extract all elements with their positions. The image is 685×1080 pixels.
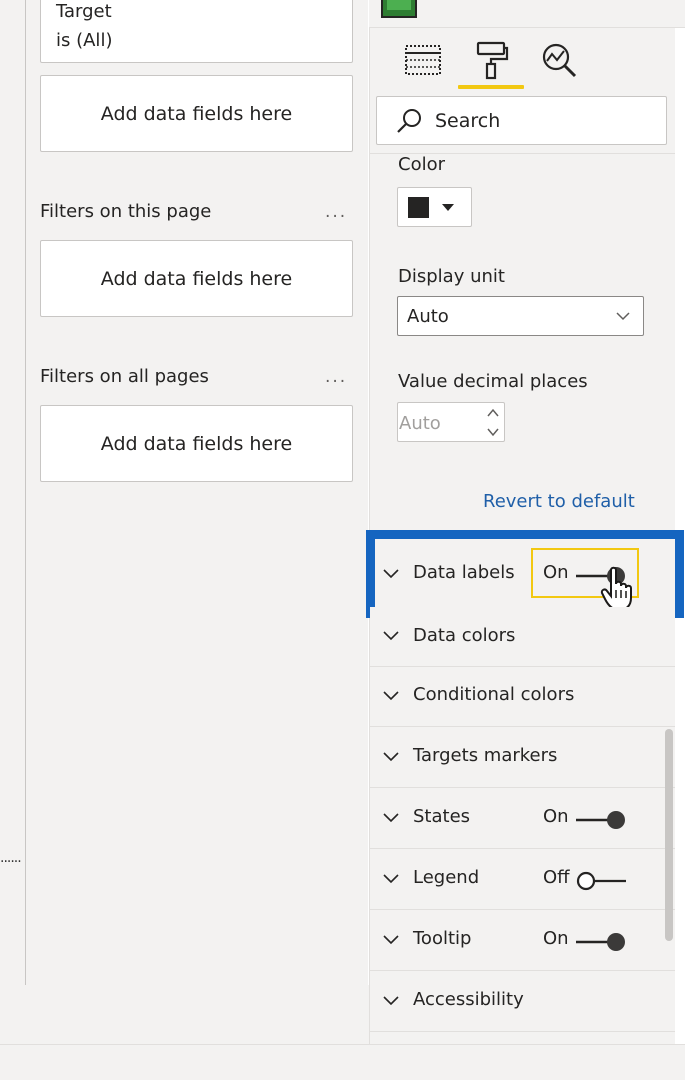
- visual-type-icon[interactable]: [381, 0, 417, 18]
- all-pages-filters-drop-zone[interactable]: Add data fields here: [40, 405, 353, 482]
- toggle-off-switch[interactable]: [576, 871, 628, 891]
- display-unit-select[interactable]: Auto: [397, 296, 644, 336]
- all-pages-filters-more-icon[interactable]: ...: [325, 367, 347, 387]
- status-bar-right: [370, 1044, 685, 1080]
- card-conditional-colors[interactable]: Conditional colors: [370, 667, 675, 727]
- display-unit-value: Auto: [407, 306, 449, 327]
- chevron-down-icon: [383, 874, 399, 884]
- card-targets-markers[interactable]: Targets markers: [370, 728, 675, 788]
- toggle-on-switch[interactable]: [576, 932, 628, 952]
- decimal-places-value: Auto: [399, 413, 441, 434]
- chevron-down-icon: [383, 935, 399, 945]
- tab-format[interactable]: [470, 38, 514, 82]
- active-tab-indicator: [458, 85, 524, 89]
- display-unit-label: Display unit: [398, 266, 505, 287]
- card-label: Targets markers: [413, 745, 558, 766]
- search-icon: [397, 109, 421, 133]
- paint-roller-icon: [476, 41, 509, 80]
- chevron-up-icon[interactable]: [486, 406, 500, 420]
- visual-filters-drop-zone[interactable]: Add data fields here: [40, 75, 353, 152]
- chevron-down-icon[interactable]: [486, 425, 500, 439]
- chevron-down-icon: [383, 996, 399, 1006]
- chevron-down-icon: [383, 691, 399, 701]
- drop-zone-text: Add data fields here: [100, 102, 293, 125]
- status-bar: [0, 985, 370, 1080]
- chevron-down-icon: [616, 312, 630, 321]
- toggle-state-text: On: [543, 806, 569, 827]
- filters-divider: [25, 0, 26, 985]
- tab-fields[interactable]: [401, 38, 445, 82]
- analytics-magnifier-icon: [542, 43, 577, 78]
- filter-card-title: Target: [56, 1, 112, 22]
- search-input[interactable]: [435, 105, 655, 137]
- card-label: Legend: [413, 867, 480, 888]
- color-picker[interactable]: [397, 187, 472, 227]
- filter-card-target[interactable]: Target is (All): [40, 0, 353, 63]
- card-label: Accessibility: [413, 989, 524, 1010]
- drop-zone-text: Add data fields here: [100, 267, 293, 290]
- hand-cursor-icon: [600, 566, 632, 612]
- caret-down-icon: [442, 204, 454, 211]
- toggle-on-switch[interactable]: [576, 810, 628, 830]
- status-bar-divider: [0, 1044, 370, 1045]
- format-pane-scrollbar[interactable]: [665, 729, 673, 941]
- card-legend[interactable]: Legend Off: [370, 850, 675, 910]
- card-states[interactable]: States On: [370, 789, 675, 849]
- card-label: Data colors: [413, 625, 516, 646]
- page-filters-drop-zone[interactable]: Add data fields here: [40, 240, 353, 317]
- page-filters-more-icon[interactable]: ...: [325, 202, 347, 222]
- chevron-down-icon: [383, 752, 399, 762]
- drop-zone-text: Add data fields here: [100, 432, 293, 455]
- color-label: Color: [398, 154, 445, 175]
- chevron-down-icon: [383, 813, 399, 823]
- value-decimal-places-label: Value decimal places: [398, 371, 588, 392]
- tab-analytics[interactable]: [537, 38, 581, 82]
- card-label: States: [413, 806, 471, 827]
- format-search-box[interactable]: [376, 96, 667, 145]
- table-fields-icon: [405, 45, 441, 75]
- toggle-state-text: On: [543, 928, 569, 949]
- filters-on-all-pages-label: Filters on all pages: [40, 366, 209, 387]
- card-accessibility[interactable]: Accessibility: [370, 972, 675, 1032]
- decimal-places-stepper[interactable]: Auto: [397, 402, 505, 442]
- card-label: Tooltip: [413, 928, 472, 949]
- canvas-edge-dots: ......: [0, 850, 22, 866]
- card-data-colors[interactable]: Data colors: [370, 607, 675, 667]
- color-swatch: [408, 197, 429, 218]
- card-tooltip[interactable]: Tooltip On: [370, 911, 675, 971]
- revert-to-default-link[interactable]: Revert to default: [483, 491, 635, 512]
- filter-card-condition: is (All): [56, 30, 113, 51]
- toggle-state-text: Off: [543, 867, 570, 888]
- chevron-down-icon: [383, 631, 399, 641]
- card-label: Conditional colors: [413, 684, 575, 705]
- filters-on-this-page-label: Filters on this page: [40, 201, 212, 222]
